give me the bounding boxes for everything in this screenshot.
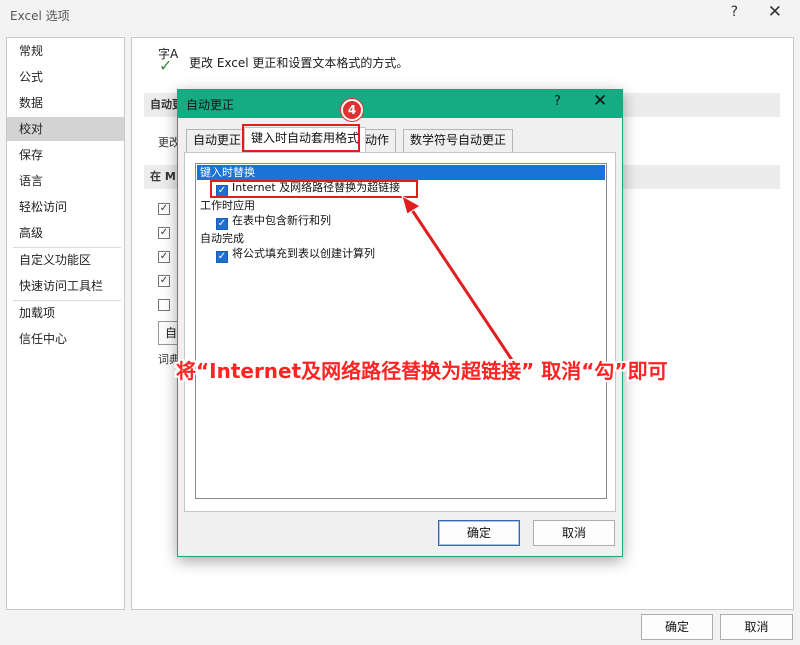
list-item-include-new-rows[interactable]: ✓ 在表中包含新行和列	[216, 213, 331, 230]
sidebar-item-customize-ribbon[interactable]: 自定义功能区	[7, 248, 124, 272]
sidebar-item-formulas[interactable]: 公式	[7, 65, 124, 89]
checkmark-icon: ✓	[159, 56, 173, 75]
list-item-label: 将公式填充到表以创建计算列	[232, 247, 375, 260]
checkbox-checked-icon[interactable]: ✓	[216, 251, 228, 263]
list-item-label: 在表中包含新行和列	[232, 214, 331, 227]
sidebar-item-save[interactable]: 保存	[7, 143, 124, 167]
list-header-replace-as-you-type[interactable]: 键入时替换	[197, 165, 605, 180]
sidebar-item-quick-access-toolbar[interactable]: 快速访问工具栏	[7, 274, 124, 298]
option-checkbox[interactable]: ✓	[158, 203, 170, 215]
step-number-badge: 4	[341, 99, 363, 121]
dialog-close-icon[interactable]: ✕	[593, 91, 607, 111]
dialog-help-icon[interactable]: ?	[554, 94, 561, 109]
help-icon[interactable]: ?	[731, 4, 738, 20]
tab-highlight-box	[242, 124, 360, 152]
sidebar-item-advanced[interactable]: 高级	[7, 221, 124, 245]
list-item-fill-formulas[interactable]: ✓ 将公式填充到表以创建计算列	[216, 246, 375, 263]
item-highlight-box	[210, 180, 418, 198]
list-group-autocomplete: 自动完成	[200, 232, 244, 245]
sidebar-item-addins[interactable]: 加载项	[7, 301, 124, 325]
options-list: 键入时替换 ✓ Internet 及网络路径替换为超链接 工作时应用 ✓ 在表中包含…	[195, 163, 607, 499]
option-checkbox[interactable]: ✓	[158, 251, 170, 263]
sidebar-item-trust-center[interactable]: 信任中心	[7, 327, 124, 351]
dialog-title-bar: 自动更正 ? ✕	[178, 90, 622, 118]
sidebar-item-data[interactable]: 数据	[7, 91, 124, 115]
proofing-description: 更改 Excel 更正和设置文本格式的方式。	[189, 56, 409, 70]
annotation-text: 将“Internet及网络路径替换为超链接” 取消“勾”即可	[176, 359, 668, 383]
tab-panel: 键入时替换 ✓ Internet 及网络路径替换为超链接 工作时应用 ✓ 在表中包含…	[184, 152, 616, 512]
sidebar-item-accessibility[interactable]: 轻松访问	[7, 195, 124, 219]
tab-math-autocorrect[interactable]: 数学符号自动更正	[403, 129, 514, 152]
sidebar-item-general[interactable]: 常规	[7, 39, 124, 63]
close-icon[interactable]: ✕	[768, 2, 782, 22]
options-sidebar: 常规 公式 数据 校对 保存 语言 轻松访问 高级 自定义功能区 快速访问工具栏…	[6, 37, 125, 610]
ok-button[interactable]: 确定	[641, 614, 713, 640]
dialog-ok-button[interactable]: 确定	[438, 520, 520, 546]
sidebar-item-proofing[interactable]: 校对	[7, 117, 124, 141]
dialog-cancel-button[interactable]: 取消	[533, 520, 615, 546]
option-checkbox[interactable]: ✓	[158, 227, 170, 239]
option-checkbox[interactable]: ✓	[158, 275, 170, 287]
tab-autocorrect[interactable]: 自动更正	[186, 129, 249, 152]
sidebar-item-language[interactable]: 语言	[7, 169, 124, 193]
checkbox-checked-icon[interactable]: ✓	[216, 218, 228, 230]
list-group-apply-as-you-work: 工作时应用	[200, 199, 255, 212]
window-title: Excel 选项	[10, 9, 70, 23]
window-title-bar: Excel 选项 ? ✕	[0, 0, 800, 30]
autocorrect-dialog: 自动更正 ? ✕ 4 自动更正 键入时自动套用格式 动作 数学符号自动更正 键入…	[177, 89, 623, 557]
dialog-title: 自动更正	[186, 98, 235, 112]
cancel-button[interactable]: 取消	[720, 614, 793, 640]
option-checkbox-unchecked[interactable]	[158, 299, 170, 311]
